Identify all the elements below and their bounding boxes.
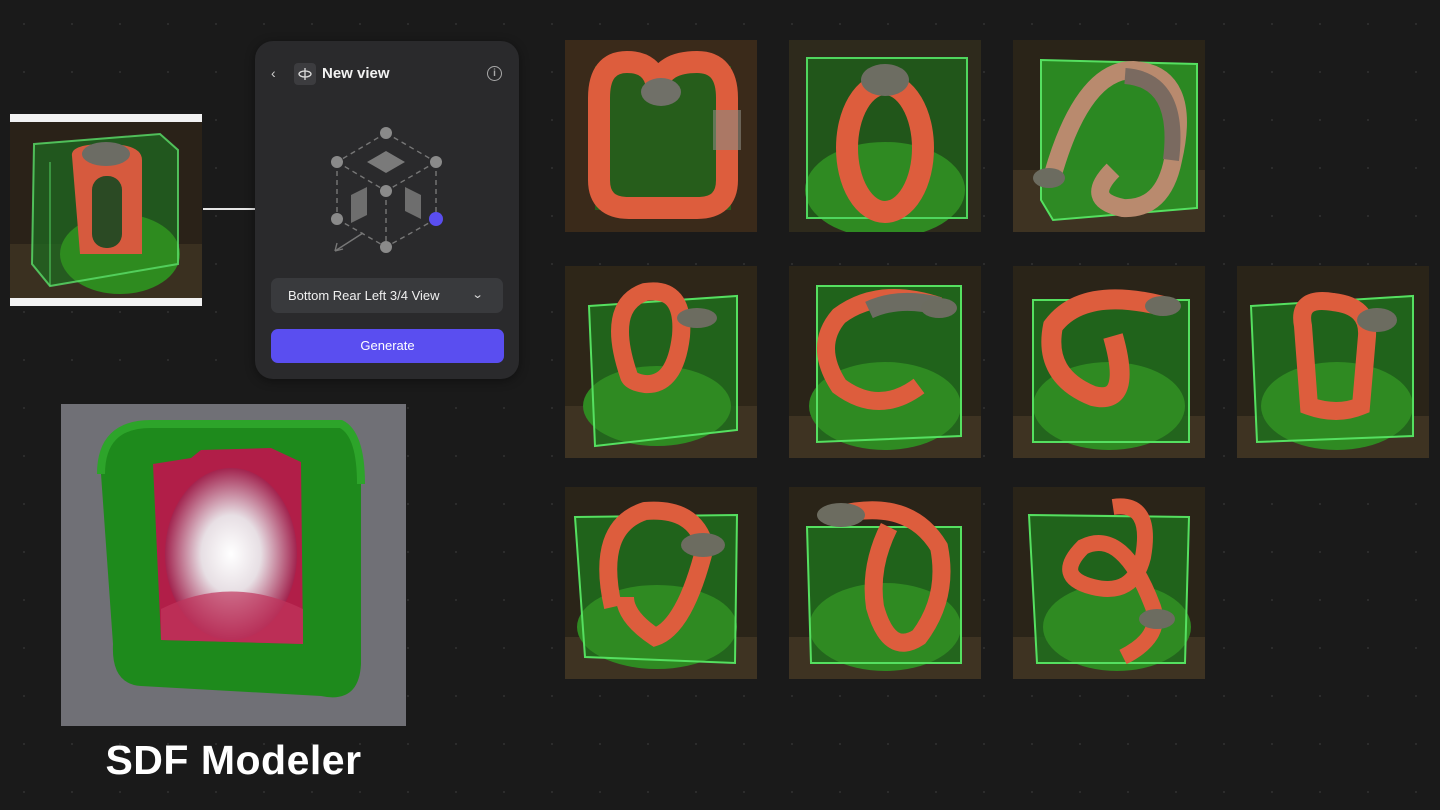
orbit-view-icon [294,63,316,85]
sdf-model-preview[interactable] [61,404,406,726]
chevron-down-icon: ⌄ [471,289,484,301]
chevron-left-icon[interactable]: ‹ [271,64,285,82]
generated-view-9[interactable] [789,487,981,679]
generated-view-6[interactable] [1013,266,1205,458]
generate-button[interactable]: Generate [271,329,504,363]
sdf-caption: SDF Modeler [105,737,362,783]
generated-view-7[interactable] [1237,266,1429,458]
new-view-panel: ‹ New view i Bottom Rear Left 3/4 View ⌄… [255,41,519,379]
view-angle-select[interactable]: Bottom Rear Left 3/4 View ⌄ [271,278,503,313]
generated-view-10[interactable] [1013,487,1205,679]
generated-view-4[interactable] [565,266,757,458]
generated-view-3[interactable] [1013,40,1205,232]
generated-view-5[interactable] [789,266,981,458]
info-icon[interactable]: i [487,66,502,81]
connector-line [203,208,255,210]
source-image[interactable] [10,114,202,306]
panel-title: New view [322,65,390,82]
generated-view-1[interactable] [565,40,757,232]
generated-view-2[interactable] [789,40,981,232]
view-angle-value: Bottom Rear Left 3/4 View [288,288,440,303]
camera-angle-cube[interactable] [323,125,449,257]
generated-view-8[interactable] [565,487,757,679]
